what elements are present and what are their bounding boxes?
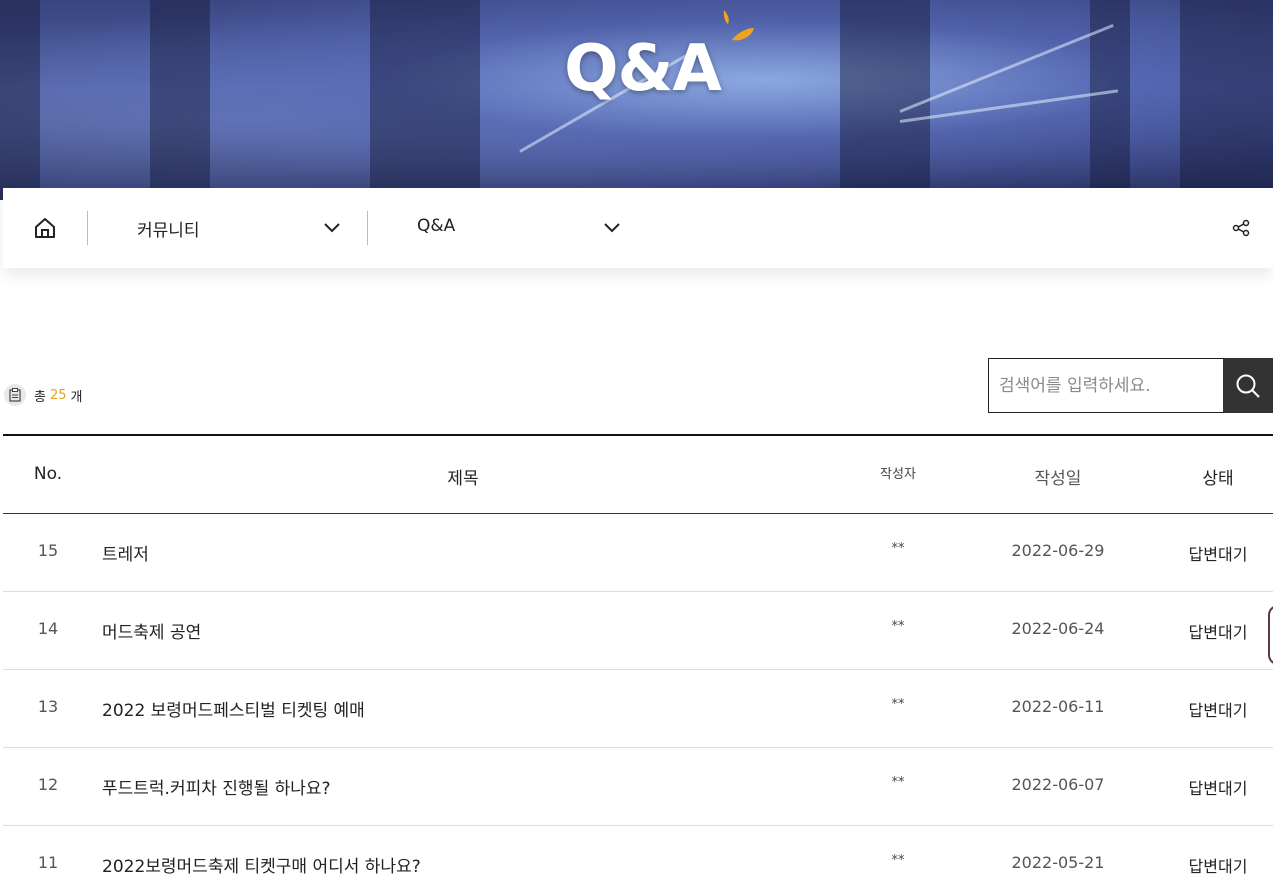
row-no: 12 (37, 775, 59, 794)
row-status: 답변대기 (1188, 701, 1248, 720)
row-title-link[interactable]: 푸드트럭.커피차 진행될 하나요? (102, 774, 331, 799)
location-navbar: 커뮤니티 Q&A (3, 188, 1273, 268)
table-row[interactable]: 15 트레저 ** 2022-06-29 답변대기 (3, 514, 1273, 592)
header-title: 제목 (447, 469, 479, 489)
row-date: 2022-06-24 (1011, 619, 1105, 638)
search-box (988, 358, 1273, 413)
search-icon (1236, 374, 1260, 398)
home-icon[interactable] (33, 217, 57, 239)
search-input[interactable] (988, 358, 1223, 413)
row-author: ** (891, 775, 905, 790)
header-date: 작성일 (1034, 469, 1082, 489)
mud-drop-icon (723, 10, 754, 41)
row-no: 11 (37, 853, 59, 872)
row-status: 답변대기 (1188, 623, 1248, 642)
nav-menu-community[interactable]: 커뮤니티 (137, 216, 200, 241)
row-no: 13 (37, 697, 59, 716)
nav-divider (367, 211, 368, 245)
nav-menu-qna[interactable]: Q&A (417, 216, 455, 236)
row-no: 15 (37, 541, 59, 560)
row-author: ** (891, 619, 905, 634)
table-row[interactable]: 13 2022 보령머드페스티벌 티켓팅 예매 ** 2022-06-11 답변… (3, 670, 1273, 748)
table-row[interactable]: 12 푸드트럭.커피차 진행될 하나요? ** 2022-06-07 답변대기 (3, 748, 1273, 826)
count-prefix: 총 (34, 389, 46, 405)
row-date: 2022-05-21 (1011, 853, 1105, 872)
row-author: ** (891, 697, 905, 712)
clipboard-icon (4, 384, 26, 406)
row-status: 답변대기 (1188, 545, 1248, 564)
share-icon[interactable] (1232, 219, 1250, 237)
table-row[interactable]: 14 머드축제 공연 ** 2022-06-24 답변대기 (3, 592, 1273, 670)
hero-banner: Q&A (0, 0, 1273, 200)
row-no: 14 (37, 619, 59, 638)
row-title-link[interactable]: 2022 보령머드페스티벌 티켓팅 예매 (102, 696, 365, 721)
header-author: 작성자 (880, 467, 916, 482)
post-count: 총 25 개 (4, 384, 83, 406)
row-date: 2022-06-07 (1011, 775, 1105, 794)
row-date: 2022-06-11 (1011, 697, 1105, 716)
row-author: ** (891, 541, 905, 556)
header-status: 상태 (1202, 469, 1234, 489)
chevron-down-icon[interactable] (603, 222, 621, 234)
row-title-link[interactable]: 트레저 (102, 540, 149, 565)
floating-side-button[interactable] (1268, 605, 1273, 665)
row-date: 2022-06-29 (1011, 541, 1105, 560)
count-value: 25 (49, 387, 67, 403)
row-title-link[interactable]: 2022보령머드축제 티켓구매 어디서 하나요? (102, 852, 421, 877)
row-author: ** (891, 853, 905, 868)
count-suffix: 개 (70, 389, 83, 405)
row-status: 답변대기 (1188, 779, 1248, 798)
table-header: No. 제목 작성자 작성일 상태 (3, 434, 1273, 514)
nav-divider (87, 211, 88, 245)
table-row[interactable]: 11 2022보령머드축제 티켓구매 어디서 하나요? ** 2022-05-2… (3, 826, 1273, 882)
qna-table: No. 제목 작성자 작성일 상태 15 트레저 ** 2022-06-29 답… (3, 434, 1273, 882)
row-title-link[interactable]: 머드축제 공연 (102, 618, 201, 643)
chevron-down-icon[interactable] (323, 222, 341, 234)
search-button[interactable] (1223, 358, 1273, 413)
row-status: 답변대기 (1188, 857, 1248, 876)
page-title: Q&A (564, 32, 722, 106)
